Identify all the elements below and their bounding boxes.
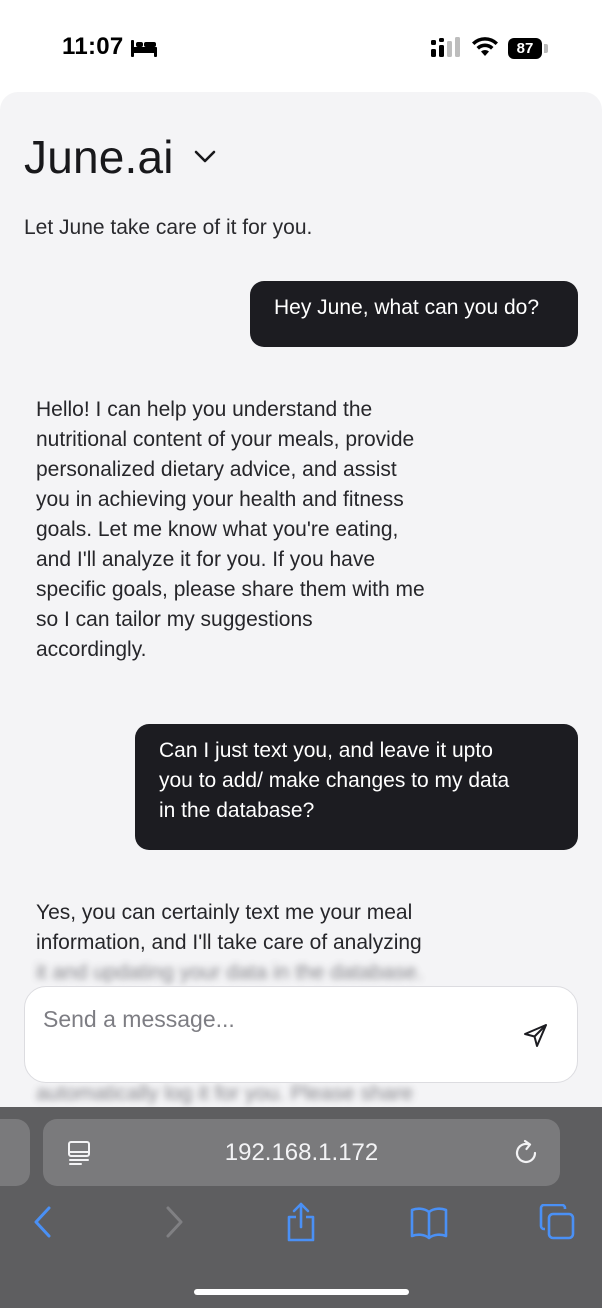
battery-nub	[544, 44, 548, 53]
send-icon[interactable]	[523, 1022, 549, 1053]
message-line: accordingly.	[36, 638, 147, 661]
previous-tab[interactable]	[0, 1119, 30, 1186]
cellular-signal-icon	[430, 37, 462, 64]
forward-icon[interactable]	[161, 1205, 187, 1244]
status-time: 11:07	[62, 33, 124, 60]
message-text: Hey June, what can you do?	[274, 296, 540, 319]
message-line: Yes, you can certainly text me your meal	[36, 901, 413, 924]
message-line: so I can tailor my suggestions	[36, 608, 313, 631]
browser-toolbar: 192.168.1.172	[0, 1107, 602, 1308]
assistant-message: Hello! I can help you understand the nut…	[36, 395, 466, 665]
status-bar: 11:07 87	[0, 0, 602, 92]
message-input[interactable]	[43, 1001, 503, 1037]
message-line: personalized dietary advice, and assist	[36, 458, 397, 481]
user-message: Can I just text you, and leave it upto y…	[135, 724, 578, 850]
message-line: nutritional content of your meals, provi…	[36, 428, 415, 451]
message-line: information, and I'll take care of analy…	[36, 931, 422, 954]
tabs-icon[interactable]	[539, 1203, 575, 1245]
message-line: specific goals, please share them with m…	[36, 578, 425, 601]
message-line: Hello! I can help you understand the	[36, 398, 373, 421]
app-header[interactable]: June.ai	[24, 130, 216, 184]
user-message: Hey June, what can you do?	[250, 281, 578, 347]
assistant-message: Yes, you can certainly text me your meal…	[36, 898, 466, 958]
wifi-icon	[471, 36, 499, 63]
chevron-down-icon[interactable]	[194, 150, 216, 169]
app-tagline: Let June take care of it for you.	[24, 216, 313, 239]
blurred-message-line: automatically log it for you. Please sha…	[36, 1082, 414, 1105]
bookmarks-icon[interactable]	[410, 1206, 448, 1245]
bed-icon	[130, 38, 158, 63]
message-line: goals. Let me know what you're eating,	[36, 518, 399, 541]
battery-icon: 87	[508, 38, 542, 59]
page-menu-icon[interactable]	[67, 1140, 91, 1171]
back-icon[interactable]	[30, 1205, 56, 1244]
app-title: June.ai	[24, 131, 174, 183]
message-composer	[24, 986, 578, 1083]
share-icon[interactable]	[285, 1201, 317, 1248]
message-line: in the database?	[159, 799, 315, 822]
blurred-message-line: it and updating your data in the databas…	[36, 961, 423, 984]
address-bar[interactable]: 192.168.1.172	[43, 1119, 560, 1186]
reload-icon[interactable]	[512, 1139, 540, 1172]
message-line: you in achieving your health and fitness	[36, 488, 404, 511]
message-line: Can I just text you, and leave it upto	[159, 739, 493, 762]
url-text: 192.168.1.172	[224, 1139, 379, 1166]
message-line: and I'll analyze it for you. If you have	[36, 548, 376, 571]
message-line: you to add/ make changes to my data	[159, 769, 510, 792]
home-indicator[interactable]	[194, 1289, 409, 1295]
